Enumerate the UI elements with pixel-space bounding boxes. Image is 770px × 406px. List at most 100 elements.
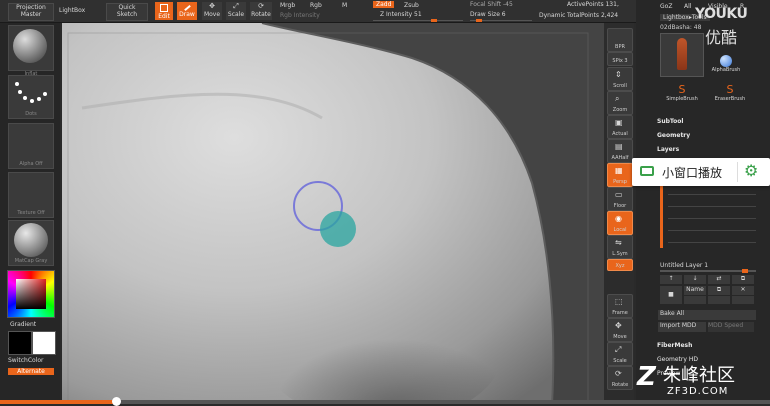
actual-icon: ▣: [615, 118, 623, 127]
bpr-button[interactable]: BPR: [607, 28, 633, 52]
material-label: MatCap Gray: [14, 258, 48, 264]
move-button[interactable]: ✥ Move: [202, 2, 222, 20]
zadd-button[interactable]: Zadd: [373, 1, 395, 8]
layers-header[interactable]: Layers: [657, 146, 753, 153]
matcap-sphere-icon: [14, 223, 48, 257]
local-button[interactable]: ◉ Local: [607, 211, 633, 235]
persp-button[interactable]: ▦ Persp: [607, 163, 633, 187]
mini-window-popup[interactable]: 小窗口播放 ⚙: [632, 158, 770, 186]
edit-button[interactable]: Edit: [155, 2, 173, 20]
bake-all-button[interactable]: Bake All: [658, 310, 756, 320]
spix-button[interactable]: SPix 3: [607, 52, 633, 66]
xyz-button[interactable]: Xyz: [607, 259, 633, 271]
move-view-button[interactable]: ✥ Move: [607, 318, 633, 342]
layer-mode-button[interactable]: [708, 296, 730, 304]
color-saturation-square[interactable]: [16, 279, 46, 309]
rotate-view-icon: ⟳: [615, 369, 622, 378]
video-progress-knob[interactable]: [111, 397, 121, 406]
draw-button[interactable]: Draw: [177, 2, 197, 20]
zsub-button[interactable]: Zsub: [404, 2, 419, 9]
layer-up-button[interactable]: ↑: [660, 275, 682, 284]
move-view-icon: ✥: [615, 321, 622, 330]
layer-mask-button[interactable]: [732, 296, 754, 304]
eraser-brush-icon: S: [726, 83, 734, 96]
simple-brush-icon: S: [678, 83, 686, 96]
mrgb-button[interactable]: Mrgb: [280, 2, 295, 9]
actual-button[interactable]: ▣ Actual: [607, 115, 633, 139]
current-tool-thumb[interactable]: [660, 33, 704, 77]
layer-slot[interactable]: [668, 218, 756, 219]
canvas-viewport[interactable]: [62, 23, 604, 404]
layer-new-button[interactable]: ■: [660, 286, 682, 304]
m-button[interactable]: M: [342, 2, 347, 9]
video-progress-track[interactable]: [0, 397, 770, 406]
scroll-icon: ⇕: [615, 70, 622, 79]
layer-name[interactable]: Untitled Layer 1: [660, 262, 708, 269]
layer-duplicate-button[interactable]: ⧉: [732, 275, 754, 284]
all-button[interactable]: All: [684, 3, 691, 10]
brush-slot[interactable]: Inflat: [8, 25, 54, 77]
layer-delete-button[interactable]: ✕: [732, 286, 754, 295]
goz-button[interactable]: GoZ: [660, 3, 672, 10]
settings-gear-icon[interactable]: ⚙: [744, 161, 758, 181]
z-intensity-slider[interactable]: Z Intensity 51: [373, 11, 463, 22]
geometry-header[interactable]: Geometry: [657, 132, 753, 139]
import-mdd-button[interactable]: Import MDD: [658, 322, 706, 332]
layer-swap-button[interactable]: ⇄: [708, 275, 730, 284]
frame-button[interactable]: ⬚ Frame: [607, 294, 633, 318]
fibermesh-header[interactable]: FiberMesh: [657, 342, 753, 349]
layer-slot[interactable]: [668, 230, 756, 231]
aahalf-icon: ▤: [615, 142, 623, 151]
rotate-button[interactable]: ⟳ Rotate: [250, 2, 272, 20]
main-color-swatch[interactable]: [8, 331, 32, 355]
scale-view-button[interactable]: ⤢ Scale: [607, 342, 633, 366]
stroke-slot[interactable]: Dots: [8, 75, 54, 119]
layer-record-button[interactable]: [684, 296, 706, 304]
lightbox-button[interactable]: LightBox: [59, 7, 85, 14]
eraser-brush-thumb[interactable]: S EraserBrush: [710, 84, 750, 108]
color-picker[interactable]: [7, 270, 55, 318]
simple-brush-thumb[interactable]: S SimpleBrush: [662, 84, 702, 108]
rotate-view-button[interactable]: ⟳ Rotate: [607, 366, 633, 390]
mdd-speed-slider[interactable]: MDD Speed: [708, 322, 754, 332]
draw-size-slider[interactable]: Draw Size 6: [470, 11, 532, 22]
material-slot[interactable]: MatCap Gray: [8, 220, 54, 266]
layer-split-button[interactable]: ⧉: [708, 286, 730, 295]
floor-button[interactable]: ▭ Floor: [607, 187, 633, 211]
layer-slot[interactable]: [668, 242, 756, 243]
layer-slot[interactable]: [668, 194, 756, 195]
left-panel: Inflat Dots Alpha Off Texture Off MatCap…: [0, 23, 60, 404]
secondary-color-swatch[interactable]: [32, 331, 56, 355]
zf3d-watermark: Z 朱峰社区 ZF3D.COM: [637, 360, 767, 402]
layer-slot[interactable]: [668, 206, 756, 207]
alpha-slot[interactable]: Alpha Off: [8, 123, 54, 169]
alternate-button[interactable]: Alternate: [8, 368, 54, 375]
edit-icon: [160, 4, 168, 12]
alpha-brush-thumb[interactable]: AlphaBrush: [710, 55, 742, 77]
layer-down-button[interactable]: ↓: [684, 275, 706, 284]
scroll-button[interactable]: ⇕ Scroll: [607, 67, 633, 91]
layer-intensity-slider[interactable]: [660, 269, 756, 273]
scale-button[interactable]: ⤢ Scale: [226, 2, 246, 20]
stroke-label: Dots: [25, 111, 37, 117]
texture-slot[interactable]: Texture Off: [8, 172, 54, 218]
zf3d-logo-icon: Z: [637, 362, 656, 392]
dynamic-button[interactable]: Dynamic: [539, 12, 565, 19]
quick-sketch-button[interactable]: Quick Sketch: [106, 3, 148, 21]
layer-name-button[interactable]: Name: [684, 286, 706, 295]
zf3d-url: ZF3D.COM: [667, 386, 729, 397]
zoom-button[interactable]: ⌕ Zoom: [607, 91, 633, 115]
projection-master-button[interactable]: Projection Master: [8, 3, 54, 21]
frame-icon: ⬚: [615, 297, 623, 306]
rgb-button[interactable]: Rgb: [310, 2, 322, 9]
focal-shift-slider[interactable]: Focal Shift -45: [470, 1, 513, 8]
layers-scrollbar[interactable]: [660, 186, 663, 248]
rgb-intensity-slider[interactable]: Rgb Intensity: [280, 12, 320, 19]
subtool-header[interactable]: SubTool: [657, 118, 753, 125]
switch-color-button[interactable]: SwitchColor: [8, 357, 44, 364]
move-icon: ✥: [209, 2, 215, 10]
figure-icon: [677, 38, 687, 70]
aahalf-button[interactable]: ▤ AAHalf: [607, 139, 633, 163]
zf3d-site-name: 朱峰社区: [663, 365, 735, 386]
lsym-button[interactable]: ⇋ L.Sym: [607, 235, 633, 259]
